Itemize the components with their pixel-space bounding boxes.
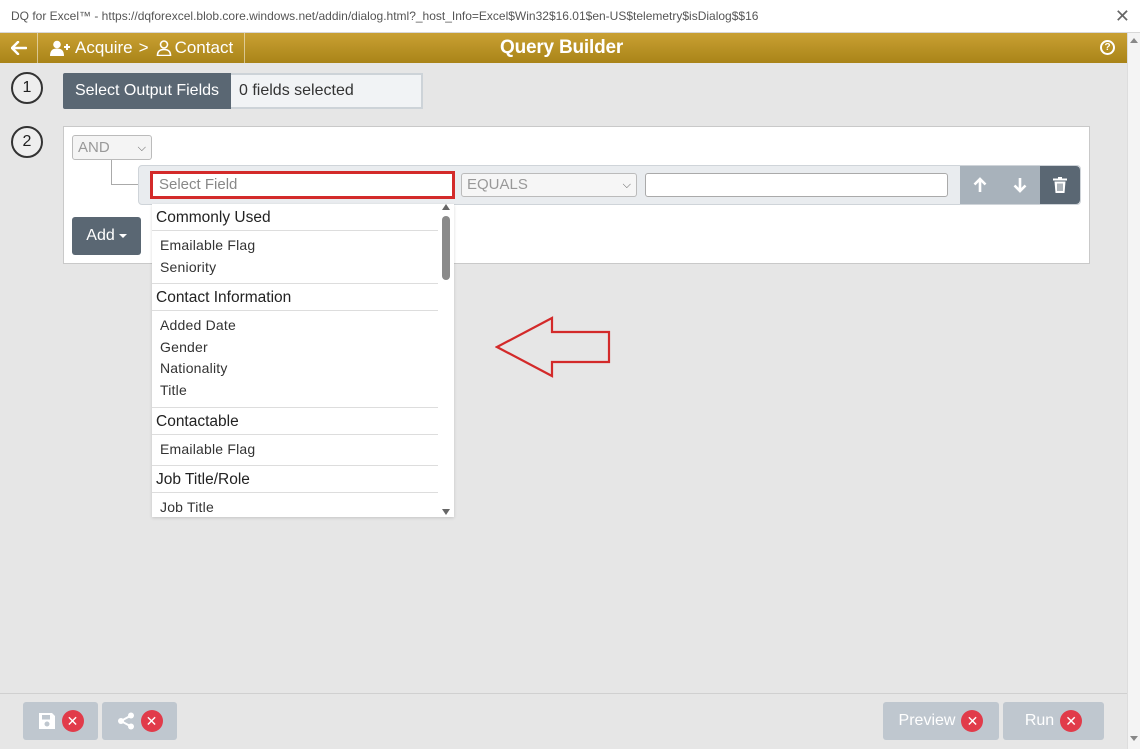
logic-operator-select[interactable]: AND ⌵	[72, 135, 152, 160]
scroll-thumb[interactable]	[442, 216, 450, 280]
chevron-down-icon: ⌵	[137, 142, 146, 154]
user-icon	[156, 40, 171, 56]
close-icon: ✕	[61, 710, 84, 732]
add-user-icon	[50, 40, 70, 56]
arrow-left-icon	[10, 41, 27, 55]
page-title: Query Builder	[500, 37, 624, 58]
move-up-button[interactable]	[960, 166, 1000, 204]
operator-select[interactable]: EQUALS ⌵	[461, 173, 637, 197]
select-output-fields-button[interactable]: Select Output Fields	[63, 73, 231, 109]
add-label: Add	[86, 227, 115, 244]
fields-selected-text: 0 fields selected	[239, 82, 354, 99]
close-icon[interactable]: ✕	[1115, 6, 1130, 26]
move-down-button[interactable]	[1000, 166, 1040, 204]
logic-operator-value: AND	[78, 139, 110, 156]
dropdown-option[interactable]: Added Date	[152, 315, 438, 337]
run-label: Run	[1024, 712, 1055, 729]
breadcrumb-acquire[interactable]: Acquire	[75, 38, 133, 58]
scroll-down-icon[interactable]	[442, 509, 450, 515]
preview-label: Preview	[898, 712, 956, 729]
step-two-badge: 2	[11, 126, 43, 158]
share-button[interactable]: ✕	[102, 702, 177, 740]
dropdown-option[interactable]: Seniority	[152, 257, 438, 279]
breadcrumb: Acquire > Contact	[38, 33, 246, 63]
dropdown-scrollbar[interactable]	[438, 204, 454, 517]
tree-connector	[111, 184, 138, 185]
dropdown-group-header: Contactable	[152, 408, 438, 435]
condition-value-input[interactable]	[645, 173, 948, 197]
select-field-input[interactable]: Select Field	[150, 171, 455, 199]
help-icon[interactable]: ?	[1100, 40, 1115, 55]
window-titlebar: DQ for Excel™ - https://dqforexcel.blob.…	[0, 0, 1140, 33]
select-field-placeholder: Select Field	[159, 176, 238, 193]
fields-selected-display: 0 fields selected	[231, 73, 423, 109]
operator-value: EQUALS	[467, 176, 528, 193]
dropdown-option[interactable]: Emailable Flag	[152, 235, 438, 257]
dropdown-option[interactable]: Title	[152, 380, 438, 402]
annotation-arrow-icon	[495, 316, 611, 378]
add-condition-button[interactable]: Add	[72, 217, 141, 255]
tree-connector	[111, 160, 112, 185]
delete-row-button[interactable]	[1040, 166, 1080, 204]
step-one-badge: 1	[11, 72, 43, 104]
preview-button[interactable]: Preview ✕	[883, 702, 999, 740]
back-button[interactable]	[0, 33, 38, 63]
save-button[interactable]: ✕	[23, 702, 98, 740]
close-icon: ✕	[1060, 710, 1083, 732]
share-icon	[117, 712, 134, 730]
close-icon: ✕	[961, 710, 984, 732]
dropdown-option[interactable]: Nationality	[152, 358, 438, 380]
scroll-up-icon[interactable]	[442, 204, 450, 210]
arrow-down-icon	[1013, 178, 1027, 193]
dropdown-group-header: Contact Information	[152, 284, 438, 312]
save-icon	[38, 713, 55, 729]
dropdown-group-header: Commonly Used	[152, 204, 438, 231]
row-actions	[960, 166, 1080, 204]
window-title: DQ for Excel™ - https://dqforexcel.blob.…	[11, 9, 759, 23]
close-icon: ✕	[140, 710, 163, 732]
field-dropdown-list[interactable]: Commonly Used Emailable Flag Seniority Cont…	[152, 204, 454, 517]
dropdown-option[interactable]: Job Title	[152, 497, 438, 517]
scroll-up-icon[interactable]	[1130, 38, 1138, 43]
caret-down-icon	[118, 234, 127, 238]
arrow-up-icon	[973, 177, 987, 192]
dropdown-group-header: Job Title/Role	[152, 466, 438, 494]
run-button[interactable]: Run ✕	[1003, 702, 1104, 740]
page-scrollbar[interactable]	[1127, 33, 1140, 749]
app-header: Acquire > Contact Query Builder ?	[0, 33, 1127, 63]
breadcrumb-separator: >	[138, 38, 149, 57]
scroll-down-icon[interactable]	[1130, 736, 1138, 741]
trash-icon	[1053, 177, 1067, 193]
dropdown-option[interactable]: Emailable Flag	[152, 439, 438, 461]
chevron-down-icon: ⌵	[622, 179, 631, 191]
dropdown-option[interactable]: Gender	[152, 337, 438, 359]
breadcrumb-contact: Contact	[174, 38, 234, 57]
